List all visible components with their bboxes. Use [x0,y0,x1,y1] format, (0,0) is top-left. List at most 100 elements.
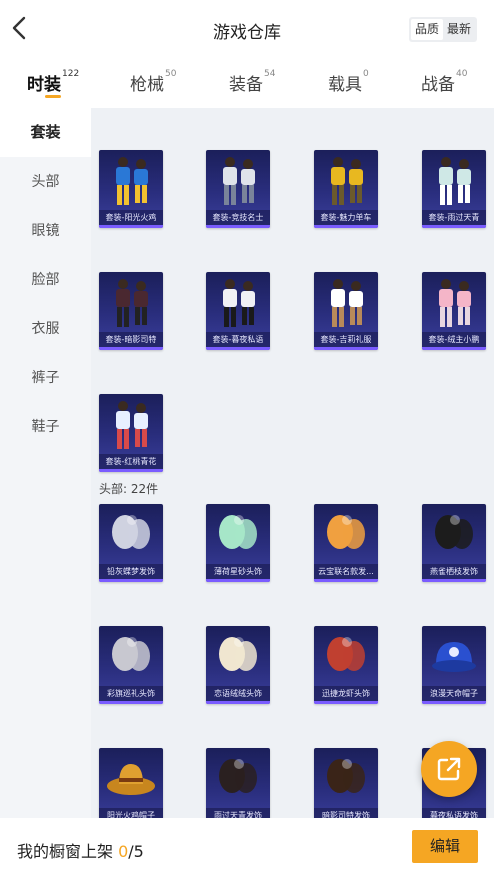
item-card-label: 彩旗巡礼头饰 [99,686,163,701]
rarity-bar [99,469,163,472]
sidebar-item-suits[interactable]: 套装 [0,108,91,157]
item-card[interactable]: 恋语绒绒头饰 [206,626,270,704]
item-card-label: 云宝联名款发... [314,564,378,579]
sort-quality[interactable]: 品质 [410,19,443,40]
rarity-bar [422,579,486,582]
hair-accessory-icon [327,515,365,549]
rarity-bar [99,701,163,704]
sidebar-item-head[interactable]: 头部 [0,158,91,207]
sidebar: 套装 头部 眼镜 脸部 衣服 裤子 鞋子 [0,108,91,818]
rarity-bar [422,347,486,350]
item-card-label: 阳光火鸡帽子 [99,808,163,818]
showcase-total: /5 [128,842,144,861]
tab-supplies[interactable]: 战备40 [421,69,468,95]
item-card-label: 恋语绒绒头饰 [206,686,270,701]
rarity-bar [99,225,163,228]
item-card[interactable]: 套装-暗影司特 [99,272,163,350]
tab-vehicles[interactable]: 载具0 [328,69,369,95]
outfit-icon [439,279,471,327]
footer-bar: 我的橱窗上架 0/5 编辑 [0,818,494,875]
item-card[interactable]: 套装-魅力单车 [314,150,378,228]
item-card[interactable]: 阳光火鸡帽子 [99,748,163,818]
item-card-label: 套装-吉莉礼服 [314,332,378,347]
cap-icon [432,642,476,672]
rarity-bar [99,347,163,350]
section-label-head: 头部: 22件 [99,482,159,496]
tab-count: 40 [456,69,468,80]
hat-icon [107,764,155,795]
hair-accessory-icon [327,759,365,793]
tab-fashion[interactable]: 时装122 [27,69,80,95]
category-tabs: 时装122 枪械50 装备54 载具0 战备40 [0,58,494,108]
outfit-icon [331,157,363,205]
item-card[interactable]: 云宝联名款发... [314,504,378,582]
item-card-label: 铅灰蝶梦发饰 [99,564,163,579]
item-card[interactable]: 套装-阳光火鸡 [99,150,163,228]
item-card[interactable]: 套装-竞技名士 [206,150,270,228]
tab-label: 载具 [328,75,362,95]
tab-label: 时装 [27,75,61,95]
item-card[interactable]: 浪漫天命帽子 [422,626,486,704]
tab-count: 122 [62,69,80,80]
item-card-label: 套装-雨过天青 [422,210,486,225]
tab-guns[interactable]: 枪械50 [130,69,176,95]
item-card[interactable]: 雨过天青发饰 [206,748,270,818]
item-card-label: 套装-绒主小鹏 [422,332,486,347]
sidebar-item-pants[interactable]: 裤子 [0,354,91,403]
rarity-bar [314,225,378,228]
item-card-label: 迅捷龙虾头饰 [314,686,378,701]
sort-newest[interactable]: 最新 [443,19,475,40]
sidebar-item-glasses[interactable]: 眼镜 [0,207,91,256]
rarity-bar [422,701,486,704]
item-card-label: 燕雀栖枝发饰 [422,564,486,579]
item-card[interactable]: 暗影司特发饰 [314,748,378,818]
item-card[interactable]: 套装-红桃青花 [99,394,163,472]
tab-label: 战备 [421,75,455,95]
tab-equipment[interactable]: 装备54 [229,69,276,95]
item-card-label: 套装-魅力单车 [314,210,378,225]
sort-toggle[interactable]: 品质 最新 [408,17,477,42]
hair-accessory-icon [219,759,257,793]
item-card[interactable]: 燕雀栖枝发饰 [422,504,486,582]
item-card[interactable]: 套装-吉莉礼服 [314,272,378,350]
item-card-label: 雨过天青发饰 [206,808,270,818]
item-card[interactable]: 彩旗巡礼头饰 [99,626,163,704]
outfit-icon [223,279,255,327]
item-card-label: 暗影司特发饰 [314,808,378,818]
headwear-icon [219,637,257,671]
outfit-icon [223,157,255,205]
share-fab[interactable] [421,741,477,797]
sidebar-item-face[interactable]: 脸部 [0,256,91,305]
rarity-bar [206,701,270,704]
share-icon [437,757,461,781]
hair-accessory-icon [112,515,150,549]
item-card-label: 薄荷星砂头饰 [206,564,270,579]
item-card-label: 浪漫天命帽子 [422,686,486,701]
showcase-label: 我的橱窗上架 [17,842,119,861]
item-card-label: 暮夜私语发饰 [422,808,486,818]
header: 游戏仓库 品质 最新 [0,0,494,58]
rarity-bar [314,579,378,582]
edit-button[interactable]: 编辑 [412,830,478,863]
item-card[interactable]: 套装-暮夜私语 [206,272,270,350]
rarity-bar [206,579,270,582]
sidebar-item-clothes[interactable]: 衣服 [0,305,91,354]
rarity-bar [422,225,486,228]
headwear-icon [327,637,365,671]
tab-label: 枪械 [130,75,164,95]
item-card[interactable]: 铅灰蝶梦发饰 [99,504,163,582]
outfit-icon [116,157,148,205]
item-card[interactable]: 迅捷龙虾头饰 [314,626,378,704]
outfit-icon [116,279,148,327]
item-card[interactable]: 套装-绒主小鹏 [422,272,486,350]
item-card[interactable]: 薄荷星砂头饰 [206,504,270,582]
rarity-bar [314,347,378,350]
item-card-label: 套装-竞技名士 [206,210,270,225]
tab-label: 装备 [229,75,263,95]
sidebar-item-shoes[interactable]: 鞋子 [0,403,91,452]
item-card-label: 套装-阳光火鸡 [99,210,163,225]
outfit-icon [439,157,471,205]
item-card[interactable]: 套装-雨过天青 [422,150,486,228]
tab-count: 54 [264,69,276,80]
rarity-bar [206,225,270,228]
